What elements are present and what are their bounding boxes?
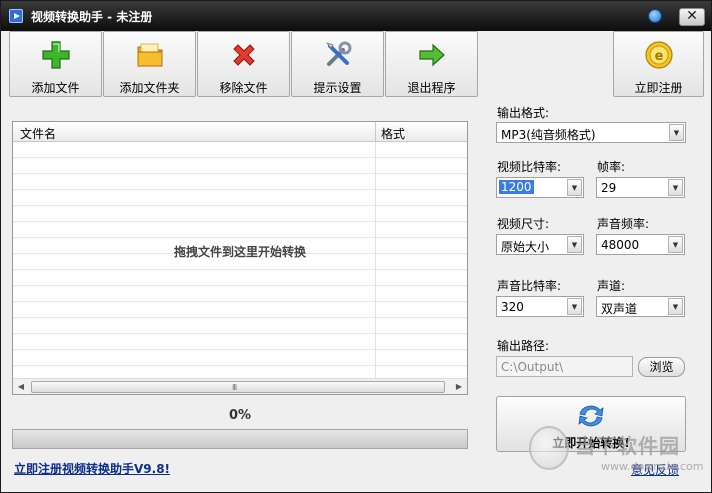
audio-bitrate-label: 声音比特率: bbox=[497, 279, 562, 293]
app-play-icon bbox=[9, 9, 23, 23]
column-gridline bbox=[375, 142, 376, 378]
output-path-label: 输出路径: bbox=[497, 339, 550, 353]
audio-sample-select[interactable]: 48000 ▼ bbox=[596, 234, 685, 255]
hint-settings-button[interactable]: 提示设置 bbox=[291, 31, 384, 97]
exit-arrow-icon bbox=[418, 43, 445, 67]
channel-select[interactable]: 双声道 ▼ bbox=[596, 296, 685, 317]
toolbar: 添加文件 添加文件夹 移除文件 提示设置 退出程序 e 立即注册 bbox=[1, 31, 711, 101]
output-format-label: 输出格式: bbox=[497, 106, 550, 120]
hint-settings-label: 提示设置 bbox=[313, 81, 362, 95]
chevron-down-icon[interactable]: ▼ bbox=[567, 179, 582, 196]
audio-bitrate-value: 320 bbox=[501, 300, 524, 314]
output-format-select[interactable]: MP3(纯音频格式) ▼ bbox=[496, 122, 686, 143]
remove-x-icon bbox=[232, 44, 255, 66]
feedback-link[interactable]: 意见反馈 bbox=[631, 461, 679, 478]
video-size-select[interactable]: 原始大小 ▼ bbox=[496, 234, 584, 255]
scroll-right-icon[interactable]: ▶ bbox=[451, 379, 467, 394]
progress-percent: 0% bbox=[228, 408, 252, 423]
chevron-down-icon[interactable]: ▼ bbox=[567, 236, 582, 253]
video-bitrate-value: 1200 bbox=[499, 180, 534, 194]
remove-file-button[interactable]: 移除文件 bbox=[197, 31, 290, 97]
chevron-down-icon[interactable]: ▼ bbox=[668, 236, 683, 253]
audio-bitrate-select[interactable]: 320 ▼ bbox=[496, 296, 584, 317]
video-bitrate-label: 视频比特率: bbox=[497, 160, 562, 174]
exit-label: 退出程序 bbox=[407, 81, 456, 95]
register-button[interactable]: e 立即注册 bbox=[613, 31, 704, 97]
remove-file-label: 移除文件 bbox=[219, 81, 268, 95]
audio-sample-value: 48000 bbox=[601, 238, 640, 252]
add-file-label: 添加文件 bbox=[31, 81, 80, 95]
column-filename[interactable]: 文件名 bbox=[20, 125, 56, 142]
column-separator[interactable] bbox=[375, 122, 376, 142]
coin-icon: e bbox=[644, 41, 673, 69]
video-size-value: 原始大小 bbox=[501, 240, 550, 254]
start-convert-label: 立即开始转换! bbox=[552, 436, 630, 450]
window-title: 视频转换助手 - 未注册 bbox=[31, 10, 153, 24]
add-folder-button[interactable]: 添加文件夹 bbox=[103, 31, 196, 97]
output-format-value: MP3(纯音频格式) bbox=[501, 128, 596, 142]
scroll-left-icon[interactable]: ◀ bbox=[13, 379, 29, 394]
register-link[interactable]: 立即注册视频转换助手V9.8! bbox=[14, 460, 170, 477]
audio-sample-label: 声音频率: bbox=[597, 217, 650, 231]
svg-text:e: e bbox=[654, 49, 663, 64]
file-list[interactable]: 文件名 格式 拖拽文件到这里开始转换 ◀ III ▶ bbox=[12, 121, 468, 395]
column-format[interactable]: 格式 bbox=[381, 125, 405, 142]
chevron-down-icon[interactable]: ▼ bbox=[567, 298, 582, 315]
chevron-down-icon[interactable]: ▼ bbox=[668, 298, 683, 315]
tools-icon bbox=[325, 41, 351, 66]
drop-hint: 拖拽文件到这里开始转换 bbox=[173, 245, 306, 259]
chevron-down-icon[interactable]: ▼ bbox=[668, 179, 683, 196]
horizontal-scrollbar[interactable]: ◀ III ▶ bbox=[13, 378, 467, 394]
frame-rate-value: 29 bbox=[601, 181, 617, 195]
file-list-header: 文件名 格式 bbox=[13, 122, 467, 142]
output-path-field[interactable]: C:\Output\ bbox=[496, 356, 633, 377]
scroll-grip: III bbox=[232, 383, 237, 392]
scrollbar-thumb[interactable]: III bbox=[31, 381, 445, 393]
skin-gem-icon[interactable] bbox=[648, 9, 662, 23]
file-list-rows[interactable] bbox=[13, 142, 467, 378]
add-folder-label: 添加文件夹 bbox=[119, 81, 180, 95]
channel-label: 声道: bbox=[597, 279, 626, 293]
video-size-label: 视频尺寸: bbox=[497, 217, 550, 231]
folder-icon bbox=[137, 43, 162, 67]
register-label: 立即注册 bbox=[634, 81, 683, 95]
chevron-down-icon[interactable]: ▼ bbox=[669, 124, 684, 141]
frame-rate-select[interactable]: 29 ▼ bbox=[596, 177, 685, 198]
title-bar[interactable]: 视频转换助手 - 未注册 ✕ bbox=[1, 1, 711, 31]
convert-icon bbox=[578, 405, 604, 427]
video-bitrate-select[interactable]: 1200 ▼ bbox=[496, 177, 584, 198]
app-window: 视频转换助手 - 未注册 ✕ 添加文件 添加文件夹 移除文件 提示设置 退出程序… bbox=[0, 0, 712, 493]
browse-button[interactable]: 浏览 bbox=[638, 357, 685, 377]
plus-icon bbox=[41, 41, 70, 69]
start-convert-button[interactable]: 立即开始转换! bbox=[496, 396, 686, 452]
progress-bar bbox=[12, 429, 468, 449]
channel-value: 双声道 bbox=[601, 302, 638, 316]
close-button[interactable]: ✕ bbox=[679, 8, 705, 26]
frame-rate-label: 帧率: bbox=[597, 160, 626, 174]
exit-button[interactable]: 退出程序 bbox=[385, 31, 478, 97]
add-file-button[interactable]: 添加文件 bbox=[9, 31, 102, 97]
